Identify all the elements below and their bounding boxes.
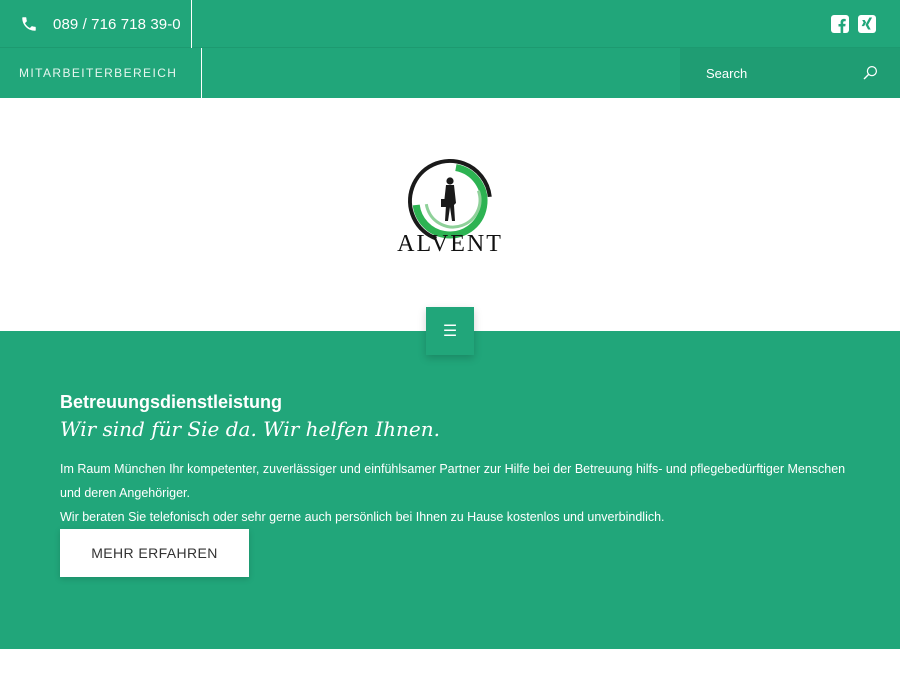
phone-contact[interactable]: 089 / 716 718 39-0 [0, 0, 192, 48]
facebook-icon[interactable] [831, 15, 849, 33]
phone-icon [22, 17, 36, 31]
top-bar: 089 / 716 718 39-0 [0, 0, 900, 48]
search-box [680, 48, 900, 98]
alvent-logo[interactable]: ALVENT [397, 155, 503, 255]
hero-text: Im Raum München Ihr kompetenter, zuverlä… [60, 457, 850, 529]
hero-paragraph-2: Wir beraten Sie telefonisch oder sehr ge… [60, 510, 665, 524]
staff-area-link[interactable]: MITARBEITERBEREICH [19, 66, 177, 80]
phone-number: 089 / 716 718 39-0 [53, 15, 181, 33]
xing-icon[interactable] [858, 15, 876, 33]
logo-text: ALVENT [397, 231, 503, 255]
secondary-bar: MITARBEITERBEREICH [0, 48, 900, 98]
hero-section: Betreuungsdienstleistung Wir sind für Si… [0, 331, 900, 649]
hero-subtitle: Wir sind für Sie da. Wir helfen Ihnen. [60, 417, 440, 441]
learn-more-button[interactable]: MEHR ERFAHREN [60, 529, 249, 577]
social-links [831, 15, 876, 33]
search-input[interactable] [706, 65, 856, 81]
search-icon[interactable] [863, 65, 878, 80]
staff-area: MITARBEITERBEREICH [0, 48, 202, 98]
hero-paragraph-1: Im Raum München Ihr kompetenter, zuverlä… [60, 462, 846, 500]
hero-title: Betreuungsdienstleistung [60, 392, 283, 412]
hamburger-icon: ☰ [442, 323, 458, 340]
menu-button[interactable]: ☰ [426, 307, 474, 355]
